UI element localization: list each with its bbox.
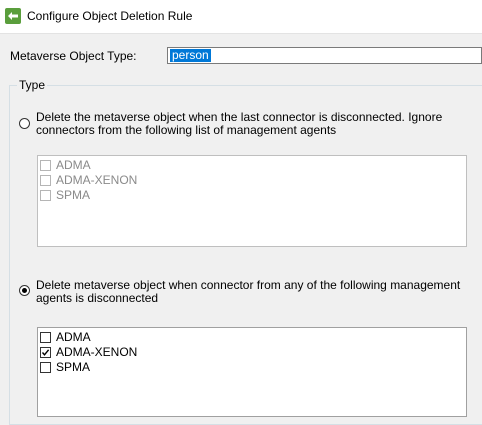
list-item[interactable]: ADMA-XENON [40, 173, 137, 187]
checkbox[interactable] [40, 189, 51, 201]
checkbox[interactable] [40, 331, 51, 343]
list-item-label: ADMA [56, 330, 91, 344]
list-item-label: ADMA-XENON [56, 345, 138, 359]
checkbox[interactable] [40, 361, 51, 373]
title-bar: Configure Object Deletion Rule [0, 0, 482, 34]
option1-text: Delete the metaverse object when the las… [36, 110, 443, 137]
option2-radio[interactable] [19, 285, 30, 296]
list-item[interactable]: SPMA [40, 360, 90, 374]
checkbox-checked[interactable] [40, 346, 51, 358]
option1-radio[interactable] [19, 118, 30, 129]
option1-ma-list[interactable]: ADMA ADMA-XENON SPMA [37, 155, 467, 247]
type-group-legend: Type [17, 78, 48, 92]
list-item[interactable]: SPMA [40, 188, 90, 202]
list-item[interactable]: ADMA-XENON [40, 345, 137, 359]
mv-type-value: person [170, 48, 211, 62]
mv-type-field[interactable]: person [167, 47, 482, 64]
list-item[interactable]: ADMA [40, 158, 91, 172]
list-item-label: SPMA [56, 188, 91, 202]
option2-text: Delete metaverse object when connector f… [36, 278, 461, 305]
option2-ma-list[interactable]: ADMA ADMA-XENON SPMA [37, 327, 467, 417]
list-item-label: ADMA-XENON [56, 173, 138, 187]
window-title: Configure Object Deletion Rule [27, 9, 193, 23]
radio-selected-dot [22, 288, 27, 293]
checkbox[interactable] [40, 174, 51, 186]
list-item[interactable]: ADMA [40, 330, 91, 344]
sync-rule-icon [5, 8, 21, 24]
checkmark-icon [41, 348, 50, 356]
checkbox[interactable] [40, 159, 51, 171]
list-item-label: SPMA [56, 360, 91, 374]
mv-type-label: Metaverse Object Type: [10, 49, 137, 63]
list-item-label: ADMA [56, 158, 91, 172]
